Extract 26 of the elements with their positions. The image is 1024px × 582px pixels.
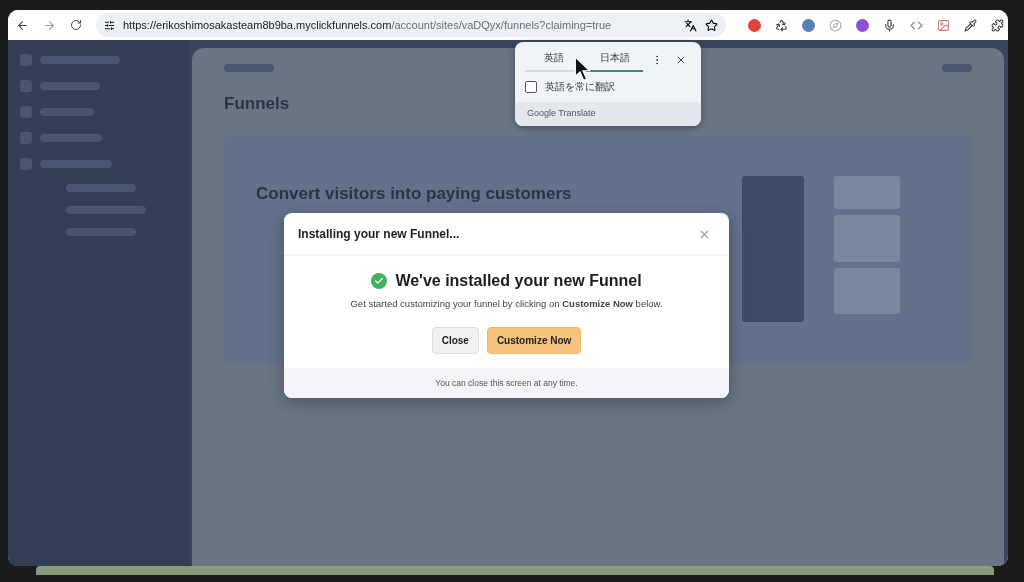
recycle-icon[interactable] [775, 18, 788, 32]
url-text: https://erikoshimosakasteam8b9ba.myclickfunnels.com/account/sites/vaDQyx/funnels?claiming=true [123, 19, 613, 31]
page-title: Funnels [224, 94, 290, 114]
customize-button[interactable]: Customize Now [486, 327, 582, 354]
reload-button[interactable] [70, 19, 82, 31]
address-bar[interactable]: https://erikoshimosakasteam8b9ba.myclickfunnels.com/account/sites/vaDQyx/funnels?claiming=true [96, 13, 726, 37]
checkbox[interactable] [525, 81, 537, 93]
mouse-pointer-icon [574, 56, 592, 82]
success-heading: We've installed your new Funnel [395, 272, 642, 290]
dialog-message: Get started customizing your funnel by clicking on Customize Now below. [350, 298, 663, 309]
popup-footer: Google Translate [515, 102, 701, 126]
forward-button[interactable] [43, 18, 56, 32]
dialog-footer-note: You can close this screen at any time. [284, 368, 729, 398]
checkbox-label: 英語を常に翻訳 [545, 80, 615, 94]
eyedropper-icon[interactable] [964, 18, 977, 32]
translate-icon[interactable] [684, 18, 697, 32]
bookmark-star-icon[interactable] [705, 18, 718, 32]
puzzle-icon[interactable] [991, 18, 1004, 32]
back-button[interactable] [16, 18, 29, 32]
hero-title: Convert visitors into paying customers [256, 184, 573, 204]
success-check-icon [371, 273, 388, 289]
microphone-icon[interactable] [883, 18, 896, 32]
close-button[interactable]: Close [431, 327, 479, 354]
image-icon[interactable] [937, 18, 950, 32]
dialog-title: Installing your new Funnel... [298, 227, 460, 241]
site-settings-icon[interactable] [104, 19, 115, 31]
